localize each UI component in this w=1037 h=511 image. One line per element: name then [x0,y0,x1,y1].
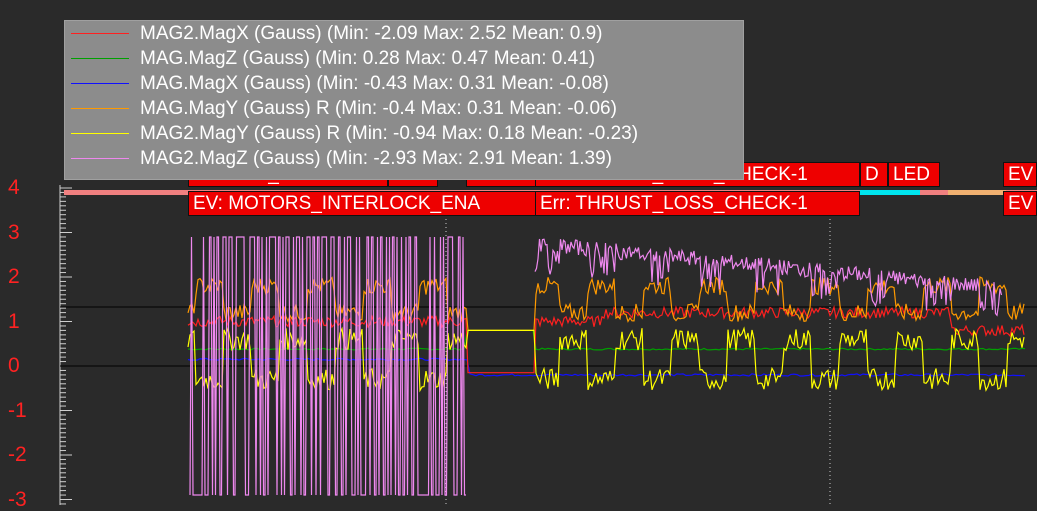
y-tick-label: 0 [8,354,20,377]
event-label: LED [888,162,940,187]
legend-swatch [71,108,129,109]
legend-item: MAG.MagX (Gauss) (Min: -0.43 Max: 0.31 M… [65,71,743,96]
y-tick-label: 4 [8,176,20,199]
y-tick-label: 1 [8,309,20,333]
chart-root: 43210-1-2-3 EV: NOT_LANDEDSETEV: LAErr: … [0,0,1037,510]
y-tick-label: 2 [8,265,20,288]
legend-label: MAG.MagX (Gauss) (Min: -0.43 Max: 0.31 M… [140,73,609,94]
event-label: Err: THRUST_LOSS_CHECK-1 [535,191,860,216]
event-label: EV: MOTORS_INTERLOCK_ENA [188,191,536,216]
event-label: EV [1003,191,1037,216]
event-label: EV [1003,162,1037,187]
legend-swatch [71,33,129,34]
event-band-segment [948,190,1006,195]
event-band-segment [860,190,920,195]
legend-swatch [71,133,129,134]
legend-swatch [71,158,129,159]
legend: MAG2.MagX (Gauss) (Min: -2.09 Max: 2.52 … [64,20,744,180]
series-line [187,326,1025,393]
y-tick-label: 3 [8,220,20,244]
legend-label: MAG.MagZ (Gauss) (Min: 0.28 Max: 0.47 Me… [140,48,596,69]
event-label: D [860,162,888,187]
legend-item: MAG.MagY (Gauss) R (Min: -0.4 Max: 0.31 … [65,96,743,121]
legend-label: MAG2.MagY (Gauss) R (Min: -0.94 Max: 0.1… [140,123,639,144]
legend-label: MAG2.MagX (Gauss) (Min: -2.09 Max: 2.52 … [140,23,603,44]
series-line [187,304,1025,374]
legend-swatch [71,83,129,84]
y-tick-label: -3 [8,487,27,511]
legend-label: MAG.MagY (Gauss) R (Min: -0.4 Max: 0.31 … [140,98,617,119]
legend-item: MAG2.MagX (Gauss) (Min: -2.09 Max: 2.52 … [65,21,743,46]
y-tick-label: -1 [8,398,27,422]
legend-item: MAG2.MagZ (Gauss) (Min: -2.93 Max: 2.91 … [65,146,743,171]
legend-swatch [71,58,129,59]
y-tick-label: -2 [8,443,27,466]
legend-item: MAG2.MagY (Gauss) R (Min: -0.94 Max: 0.1… [65,121,743,146]
legend-label: MAG2.MagZ (Gauss) (Min: -2.93 Max: 2.91 … [140,148,613,169]
legend-item: MAG.MagZ (Gauss) (Min: 0.28 Max: 0.47 Me… [65,46,743,71]
series-line [187,276,1025,331]
